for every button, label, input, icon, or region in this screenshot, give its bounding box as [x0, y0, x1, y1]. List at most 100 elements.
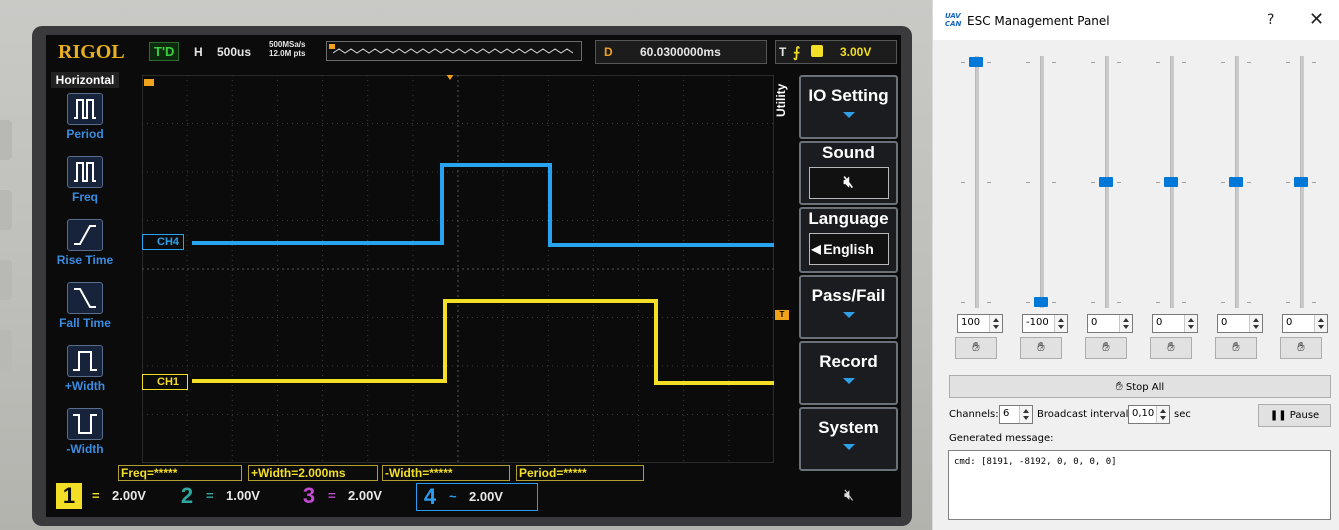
- io-setting-label: IO Setting: [808, 86, 889, 105]
- channel-1-number: 1: [56, 483, 82, 509]
- slider-handle[interactable]: [1229, 177, 1243, 187]
- measure-period[interactable]: Period: [51, 91, 119, 153]
- slider-tick: [1117, 62, 1121, 63]
- measure-freq[interactable]: Freq: [51, 154, 119, 216]
- esc-slider-3[interactable]: [1099, 56, 1113, 308]
- stop-esc-button-4[interactable]: ✋︎: [1150, 337, 1192, 359]
- memory-position-bar: [326, 41, 582, 61]
- hand-icon: ✋︎: [1115, 379, 1123, 393]
- pass-fail-button[interactable]: Pass/Fail: [799, 275, 898, 339]
- chevron-down-icon: [842, 312, 855, 318]
- spin-arrows[interactable]: [1054, 315, 1067, 332]
- system-button[interactable]: System: [799, 407, 898, 471]
- stop-esc-button-6[interactable]: ✋︎: [1280, 337, 1322, 359]
- stop-esc-button-2[interactable]: ✋︎: [1020, 337, 1062, 359]
- pos-width-measure: +Width=2.000ms: [248, 465, 378, 481]
- slider-tick: [1312, 182, 1316, 183]
- scope-screen: RIGOL T'D H 500us 500MSa/s 12.0M pts D 6…: [46, 35, 901, 517]
- slider-handle[interactable]: [1294, 177, 1308, 187]
- esc-management-dialog: UAV CAN ESC Management Panel ? ✕ 100 ✋︎ -1…: [932, 0, 1339, 530]
- broadcast-interval-spinbox[interactable]: 0,10: [1128, 405, 1170, 424]
- esc-value-spinbox-4[interactable]: 0: [1152, 314, 1198, 333]
- slider-tick: [1052, 302, 1056, 303]
- slider-tick: [1247, 182, 1251, 183]
- ch4-tag: CH4: [142, 234, 185, 250]
- esc-value-spinbox-6[interactable]: 0: [1282, 314, 1328, 333]
- channel-2-scale[interactable]: 2 = 1.00V: [174, 483, 294, 509]
- esc-value-spinbox-5[interactable]: 0: [1217, 314, 1263, 333]
- trigger-edge-icon: ⨍: [793, 44, 801, 60]
- language-button[interactable]: Language ◀ English: [799, 207, 898, 273]
- stop-all-button[interactable]: ✋︎ Stop All: [949, 375, 1331, 398]
- esc-slider-1[interactable]: [969, 56, 983, 308]
- esc-slider-4[interactable]: [1164, 56, 1178, 308]
- slider-handle[interactable]: [969, 57, 983, 67]
- pass-fail-label: Pass/Fail: [811, 286, 886, 305]
- channels-label: Channels:: [949, 409, 999, 420]
- neg-width-measure: -Width=*****: [382, 465, 510, 481]
- esc-value: 100: [961, 317, 981, 328]
- stop-all-label: Stop All: [1125, 382, 1165, 393]
- esc-slider-5[interactable]: [1229, 56, 1243, 308]
- channel-1-scale[interactable]: 1 = 2.00V: [56, 483, 176, 509]
- spin-arrows[interactable]: [1249, 315, 1262, 332]
- close-button[interactable]: ✕: [1309, 9, 1324, 30]
- measure-rise-time[interactable]: Rise Time: [51, 217, 119, 279]
- delay-value: 60.0300000ms: [640, 45, 721, 59]
- io-setting-button[interactable]: IO Setting: [799, 75, 898, 139]
- slider-handle[interactable]: [1099, 177, 1113, 187]
- chevron-down-icon: [842, 444, 855, 450]
- language-value: English: [823, 241, 874, 257]
- rise-time-icon: [67, 219, 103, 251]
- broadcast-interval-label: Broadcast interval:: [1037, 409, 1132, 420]
- esc-value-spinbox-2[interactable]: -100: [1022, 314, 1068, 333]
- trigger-level: 3.00V: [840, 45, 872, 59]
- slider-tick: [1286, 302, 1290, 303]
- bottom-status-bar: Freq=***** +Width=2.000ms -Width=***** P…: [46, 465, 901, 517]
- esc-slider-6[interactable]: [1294, 56, 1308, 308]
- measure-fall-time[interactable]: Fall Time: [51, 280, 119, 342]
- spin-arrows[interactable]: [1119, 315, 1132, 332]
- measure-period-label: Period: [66, 127, 104, 141]
- spin-arrows[interactable]: [1184, 315, 1197, 332]
- slider-tick: [1156, 182, 1160, 183]
- spin-arrows[interactable]: [1314, 315, 1327, 332]
- esc-value-spinbox-3[interactable]: 0: [1087, 314, 1133, 333]
- channels-spinbox[interactable]: 6: [999, 405, 1033, 424]
- channel-3-scale[interactable]: 3 = 2.00V: [296, 483, 416, 509]
- slider-tick: [987, 182, 991, 183]
- esc-slider-2[interactable]: [1034, 56, 1048, 308]
- generated-message-text: cmd: [8191, -8192, 0, 0, 0, 0]: [954, 457, 1117, 467]
- measure-pos-width[interactable]: +Width: [51, 343, 119, 405]
- chevron-left-icon: ◀: [811, 242, 821, 256]
- sound-button[interactable]: Sound 🔇︎: [799, 141, 898, 205]
- measure-neg-width[interactable]: -Width: [51, 406, 119, 468]
- pause-icon: ❚❚: [1269, 410, 1287, 421]
- spin-up-icon: [1318, 318, 1324, 322]
- memory-waveform-icon: [329, 44, 574, 54]
- generated-message-box[interactable]: cmd: [8191, -8192, 0, 0, 0, 0]: [948, 450, 1331, 520]
- spin-up-icon: [1123, 318, 1129, 322]
- channel-2-number: 2: [180, 483, 194, 508]
- slider-tick: [1156, 302, 1160, 303]
- spin-arrows[interactable]: [1019, 406, 1032, 423]
- language-value-box: ◀ English: [808, 233, 889, 265]
- channel-4-scale[interactable]: 4 ~ 2.00V: [416, 483, 538, 511]
- slider-handle[interactable]: [1034, 297, 1048, 307]
- generated-message-label: Generated message:: [949, 433, 1054, 444]
- spin-arrows[interactable]: [1156, 406, 1169, 423]
- stop-esc-button-3[interactable]: ✋︎: [1085, 337, 1127, 359]
- record-button[interactable]: Record: [799, 341, 898, 405]
- trigger-level-marker-label: T: [779, 310, 785, 319]
- spin-down-icon: [993, 325, 999, 329]
- slider-handle[interactable]: [1164, 177, 1178, 187]
- pause-button[interactable]: ❚❚ Pause: [1258, 404, 1331, 427]
- esc-value-spinbox-1[interactable]: 100: [957, 314, 1003, 333]
- trigger-label: T: [779, 45, 787, 59]
- spin-arrows[interactable]: [989, 315, 1002, 332]
- help-button[interactable]: ?: [1267, 12, 1274, 28]
- channel-4-coupling-icon: ~: [449, 489, 457, 504]
- stop-esc-button-5[interactable]: ✋︎: [1215, 337, 1257, 359]
- hand-icon: ✋︎: [1297, 340, 1305, 355]
- stop-esc-button-1[interactable]: ✋︎: [955, 337, 997, 359]
